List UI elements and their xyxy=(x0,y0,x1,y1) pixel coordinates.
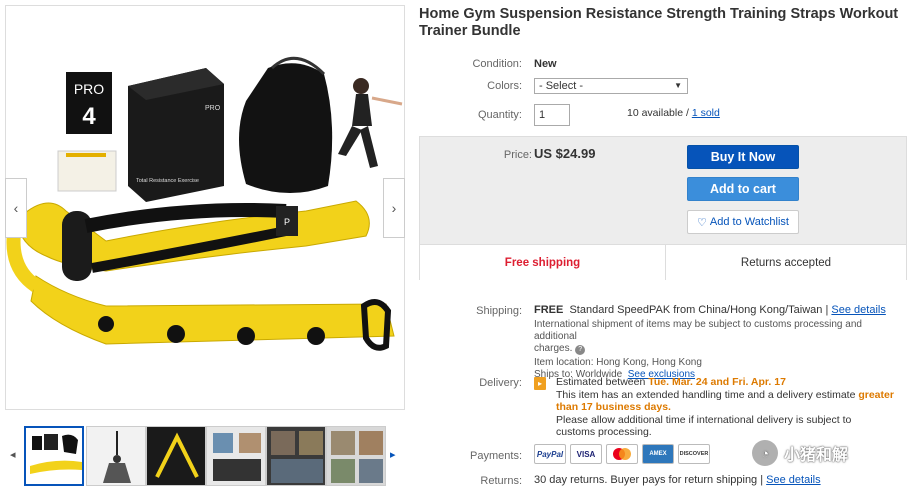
handling-note: This item has an extended handling time … xyxy=(556,388,856,401)
buy-it-now-button[interactable]: Buy It Now xyxy=(687,145,799,169)
help-icon[interactable]: ? xyxy=(575,345,586,355)
thumb-next-icon[interactable]: ▸ xyxy=(390,448,396,461)
watchlist-label: Add to Watchlist xyxy=(709,216,789,228)
discover-logo: DISCOVER xyxy=(678,444,710,464)
availability-text: 10 available / 1 sold xyxy=(627,107,720,119)
mastercard-logo xyxy=(606,444,638,464)
delivery-estimated-prefix: Estimated between xyxy=(556,376,646,388)
intl-shipment-note-2: charges. xyxy=(534,343,573,354)
watermark: ◔ 小猪和解 xyxy=(752,440,848,466)
shipping-method: Standard SpeedPAK from China/Hong Kong/T… xyxy=(569,304,829,316)
colors-label: Colors: xyxy=(487,80,522,92)
returns-accepted-badge: Returns accepted xyxy=(740,256,832,269)
add-to-cart-button[interactable]: Add to cart xyxy=(687,177,799,201)
buy-box: Price: US $24.99 Buy It Now Add to cart … xyxy=(419,136,907,280)
chevron-right-icon: › xyxy=(391,200,397,216)
paypal-logo: PayPal xyxy=(534,444,566,464)
condition-label: Condition: xyxy=(472,58,522,70)
shipping-label: Shipping: xyxy=(476,305,522,317)
listing-details: Home Gym Suspension Resistance Strength … xyxy=(410,0,907,494)
thumbnail-4[interactable] xyxy=(206,426,266,486)
main-product-image[interactable]: PRO 4 Total Resistance Exercise PRO P xyxy=(5,5,405,410)
handling-greater: greater xyxy=(858,388,894,401)
prev-image-arrow[interactable]: ‹ xyxy=(5,178,27,238)
listing-title: Home Gym Suspension Resistance Strength … xyxy=(419,6,899,39)
shipping-see-details-link[interactable]: See details xyxy=(831,304,885,316)
chevron-left-icon: ‹ xyxy=(13,200,19,216)
returns-see-details-link[interactable]: See details xyxy=(766,474,820,486)
delivery-info: Estimated between Tue. Mar. 24 and Fri. … xyxy=(556,376,906,439)
add-to-watchlist-button[interactable]: ♡ Add to Watchlist xyxy=(687,210,799,234)
colors-selected-value: - Select - xyxy=(539,80,584,92)
shipping-info: FREE Standard SpeedPAK from China/Hong K… xyxy=(534,304,904,380)
thumbnail-3[interactable] xyxy=(146,426,206,486)
thumb-prev-icon[interactable]: ◂ xyxy=(10,448,16,461)
box-caption: Total Resistance Exercise xyxy=(136,178,199,184)
delivery-label: Delivery: xyxy=(479,377,522,389)
customs-note: Please allow additional time if internat… xyxy=(556,413,852,426)
calendar-icon: ▸ xyxy=(534,377,546,390)
free-shipping-badge: Free shipping xyxy=(420,245,666,280)
box-label-top: PRO xyxy=(74,81,104,97)
sold-link[interactable]: 1 sold xyxy=(692,107,720,119)
box-label-num: 4 xyxy=(82,103,96,130)
next-image-arrow[interactable]: › xyxy=(383,178,405,238)
shipping-free: FREE xyxy=(534,304,564,316)
visa-logo: VISA xyxy=(570,444,602,464)
price-value: US $24.99 xyxy=(534,146,596,161)
returns-label: Returns: xyxy=(480,475,522,487)
intl-shipment-note: International shipment of items may be s… xyxy=(534,319,862,342)
thumbnail-6[interactable] xyxy=(326,426,386,486)
price-label: Price: xyxy=(503,149,532,161)
condition-value: New xyxy=(534,58,557,70)
strap-label: P xyxy=(284,217,290,227)
returns-text: 30 day returns. Buyer pays for return sh… xyxy=(534,474,764,486)
watermark-text: 小猪和解 xyxy=(784,447,849,464)
quantity-label: Quantity: xyxy=(477,109,522,121)
heart-icon: ♡ xyxy=(697,216,707,229)
quantity-input[interactable]: 1 xyxy=(534,104,570,126)
customs-note-2: customs processing. xyxy=(556,426,652,438)
dropdown-arrow-icon: ▼ xyxy=(674,81,682,90)
amex-logo: AMEX xyxy=(642,444,674,464)
delivery-dates: Tue. Mar. 24 and Fri. Apr. 17 xyxy=(648,376,786,388)
product-illustration: PRO 4 Total Resistance Exercise PRO P xyxy=(6,56,403,351)
colors-select[interactable]: - Select - ▼ xyxy=(534,78,688,94)
image-gallery: PRO 4 Total Resistance Exercise PRO P ‹ … xyxy=(0,0,410,494)
payments-label: Payments: xyxy=(470,450,522,462)
returns-info: 30 day returns. Buyer pays for return sh… xyxy=(534,474,821,486)
thumbnail-5[interactable] xyxy=(266,426,326,486)
box-brand: PRO xyxy=(205,105,221,112)
thumbnail-1[interactable] xyxy=(24,426,84,486)
available-count: 10 available / xyxy=(627,107,689,119)
shipping-returns-strip: Free shipping Returns accepted xyxy=(420,244,906,280)
item-location: Item location: Hong Kong, Hong Kong xyxy=(534,357,702,368)
thumbnail-strip: ◂ ▸ xyxy=(0,424,410,490)
handling-note-2: than 17 business days. xyxy=(556,401,671,413)
wechat-icon: ◔ xyxy=(752,440,778,466)
thumbnail-2[interactable] xyxy=(86,426,146,486)
